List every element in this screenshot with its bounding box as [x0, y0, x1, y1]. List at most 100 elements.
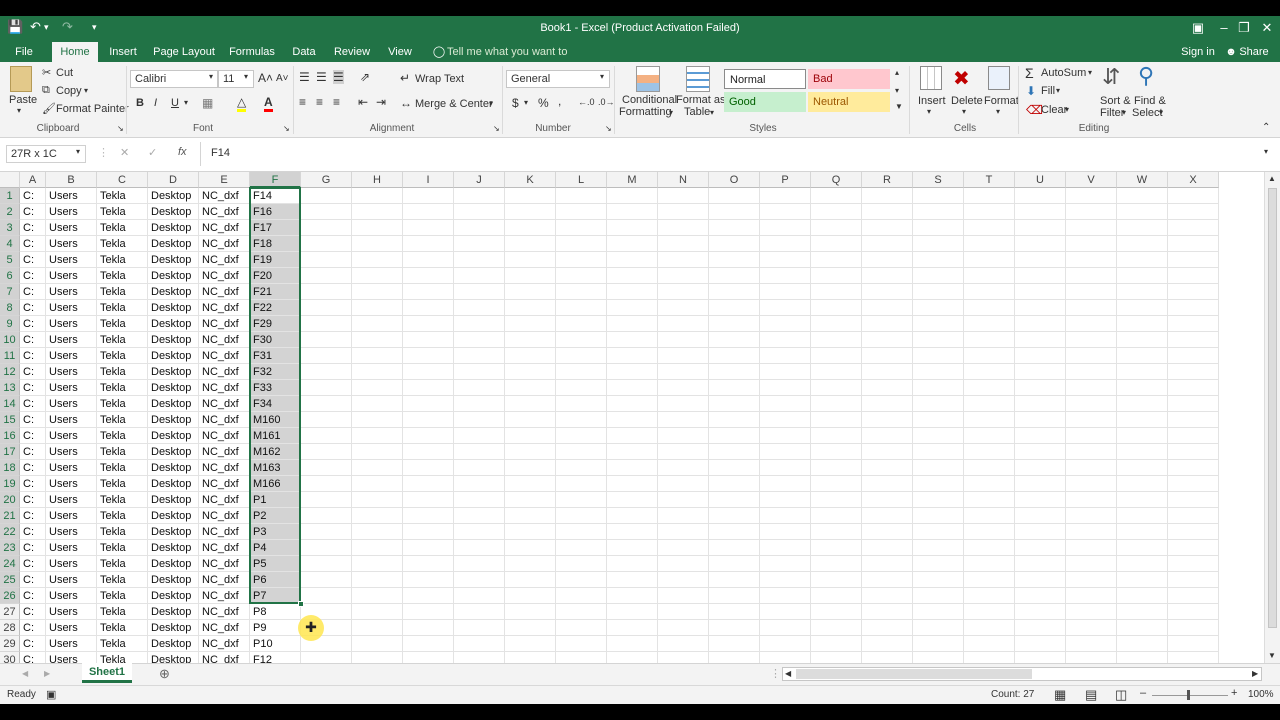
cell-empty[interactable]	[607, 620, 658, 636]
cell-empty[interactable]	[1066, 444, 1117, 460]
cell-empty[interactable]	[505, 380, 556, 396]
cell-empty[interactable]	[658, 460, 709, 476]
cell-empty[interactable]	[1066, 556, 1117, 572]
cell-empty[interactable]	[709, 316, 760, 332]
fill-button[interactable]: Fill	[1041, 85, 1055, 97]
cell-c-row-8[interactable]: Tekla	[97, 300, 148, 316]
cell-empty[interactable]	[862, 492, 913, 508]
cell-empty[interactable]	[658, 380, 709, 396]
share-button[interactable]: Share	[1238, 42, 1270, 62]
column-header-v[interactable]: V	[1066, 172, 1117, 188]
cell-empty[interactable]	[862, 556, 913, 572]
cell-empty[interactable]	[862, 332, 913, 348]
cell-empty[interactable]	[1066, 460, 1117, 476]
orientation-icon[interactable]: ⇗	[360, 70, 370, 84]
cell-empty[interactable]	[454, 204, 505, 220]
cell-empty[interactable]	[760, 540, 811, 556]
underline-dropdown-icon[interactable]: ▾	[184, 98, 188, 107]
cell-empty[interactable]	[760, 236, 811, 252]
cell-a-row-19[interactable]: C:	[20, 476, 46, 492]
cell-c-row-2[interactable]: Tekla	[97, 204, 148, 220]
cell-empty[interactable]	[1117, 556, 1168, 572]
cell-empty[interactable]	[1168, 380, 1219, 396]
cell-empty[interactable]	[760, 492, 811, 508]
cell-empty[interactable]	[811, 316, 862, 332]
cell-d-row-7[interactable]: Desktop	[148, 284, 199, 300]
cell-c-row-24[interactable]: Tekla	[97, 556, 148, 572]
cell-empty[interactable]	[709, 492, 760, 508]
cell-b-row-21[interactable]: Users	[46, 508, 97, 524]
cell-empty[interactable]	[607, 236, 658, 252]
cell-empty[interactable]	[1066, 652, 1117, 663]
cell-empty[interactable]	[862, 508, 913, 524]
row-header[interactable]: 7	[0, 284, 20, 300]
cell-empty[interactable]	[1066, 332, 1117, 348]
cell-empty[interactable]	[1168, 332, 1219, 348]
sheet-prev-icon[interactable]: ◀	[22, 669, 28, 678]
row-header[interactable]: 5	[0, 252, 20, 268]
cell-empty[interactable]	[913, 188, 964, 204]
cell-empty[interactable]	[709, 604, 760, 620]
cell-empty[interactable]	[709, 396, 760, 412]
cell-empty[interactable]	[352, 284, 403, 300]
cell-empty[interactable]	[1168, 444, 1219, 460]
cell-empty[interactable]	[709, 620, 760, 636]
cell-empty[interactable]	[1015, 476, 1066, 492]
cell-empty[interactable]	[1015, 236, 1066, 252]
column-header-s[interactable]: S	[913, 172, 964, 188]
cell-empty[interactable]	[964, 588, 1015, 604]
cell-empty[interactable]	[403, 572, 454, 588]
cell-empty[interactable]	[352, 396, 403, 412]
cell-empty[interactable]	[1168, 252, 1219, 268]
cell-empty[interactable]	[709, 380, 760, 396]
row-header[interactable]: 22	[0, 524, 20, 540]
cell-b-row-5[interactable]: Users	[46, 252, 97, 268]
font-name-dropdown-icon[interactable]: ▾	[209, 72, 213, 81]
cell-b-row-25[interactable]: Users	[46, 572, 97, 588]
cell-empty[interactable]	[709, 556, 760, 572]
cell-empty[interactable]	[1015, 268, 1066, 284]
align-left-icon[interactable]: ≡	[299, 95, 306, 109]
cell-empty[interactable]	[454, 396, 505, 412]
cell-empty[interactable]	[403, 332, 454, 348]
cell-d-row-24[interactable]: Desktop	[148, 556, 199, 572]
cell-b-row-9[interactable]: Users	[46, 316, 97, 332]
column-header-w[interactable]: W	[1117, 172, 1168, 188]
cell-b-row-22[interactable]: Users	[46, 524, 97, 540]
cell-empty[interactable]	[1066, 188, 1117, 204]
cell-empty[interactable]	[964, 332, 1015, 348]
cell-empty[interactable]	[760, 396, 811, 412]
cell-empty[interactable]	[301, 524, 352, 540]
sign-in-link[interactable]: Sign in	[1180, 42, 1216, 62]
cell-d-row-5[interactable]: Desktop	[148, 252, 199, 268]
cell-e-row-24[interactable]: NC_dxf	[199, 556, 250, 572]
cell-empty[interactable]	[556, 204, 607, 220]
cell-a-row-7[interactable]: C:	[20, 284, 46, 300]
cell-empty[interactable]	[607, 428, 658, 444]
cell-empty[interactable]	[760, 476, 811, 492]
column-header-u[interactable]: U	[1015, 172, 1066, 188]
cell-empty[interactable]	[658, 332, 709, 348]
cell-empty[interactable]	[658, 268, 709, 284]
row-header[interactable]: 9	[0, 316, 20, 332]
cell-empty[interactable]	[913, 508, 964, 524]
cell-empty[interactable]	[505, 268, 556, 284]
sheet-tab-sheet1[interactable]: Sheet1	[82, 663, 132, 683]
cell-empty[interactable]	[1066, 300, 1117, 316]
cell-c-row-6[interactable]: Tekla	[97, 268, 148, 284]
cell-empty[interactable]	[556, 252, 607, 268]
worksheet-grid[interactable]: A B C D E F G H I J K L M N O P Q R S T U V W X 1 C: Users Tekla Des…	[0, 172, 1264, 663]
cell-e-row-15[interactable]: NC_dxf	[199, 412, 250, 428]
cell-empty[interactable]	[658, 588, 709, 604]
cell-empty[interactable]	[1117, 588, 1168, 604]
cell-empty[interactable]	[403, 220, 454, 236]
cell-empty[interactable]	[964, 444, 1015, 460]
cell-c-row-4[interactable]: Tekla	[97, 236, 148, 252]
cell-empty[interactable]	[607, 412, 658, 428]
cell-a-row-29[interactable]: C:	[20, 636, 46, 652]
column-header-l[interactable]: L	[556, 172, 607, 188]
row-header[interactable]: 26	[0, 588, 20, 604]
column-header-q[interactable]: Q	[811, 172, 862, 188]
bottom-align-icon[interactable]: ☰	[333, 70, 344, 84]
cell-c-row-30[interactable]: Tekla	[97, 652, 148, 663]
